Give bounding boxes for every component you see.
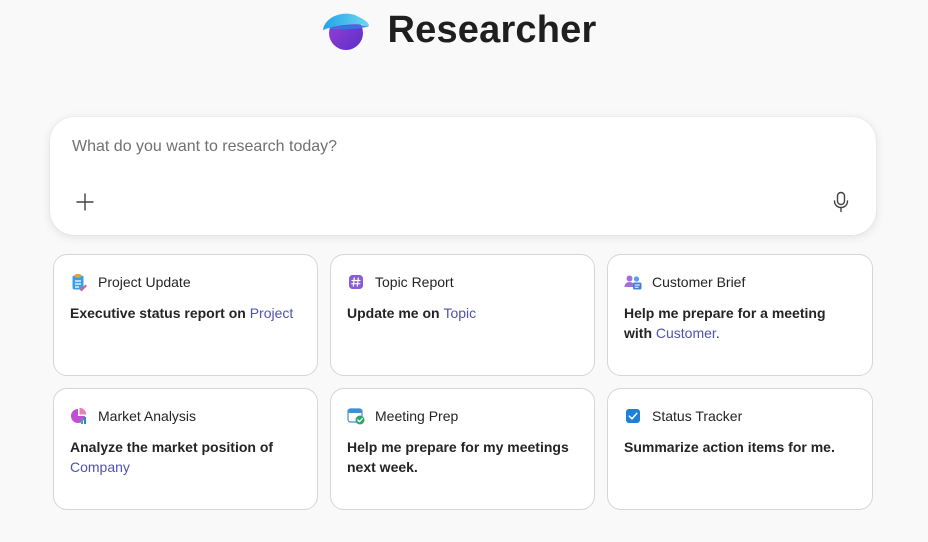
card-placeholder-link[interactable]: Customer [656, 325, 716, 341]
add-attachment-button[interactable] [72, 189, 98, 215]
card-meeting-prep[interactable]: Meeting Prep Help me prepare for my meet… [330, 388, 595, 510]
researcher-app: Researcher What do you want to research … [0, 0, 928, 542]
microphone-button[interactable] [828, 189, 854, 215]
card-prompt: Help me prepare for a meeting with [624, 305, 826, 341]
page-title: Researcher [387, 9, 597, 51]
card-project-update[interactable]: Project Update Executive status report o… [53, 254, 318, 376]
plus-icon [76, 193, 94, 211]
hashtag-icon [347, 273, 365, 291]
card-prompt: Executive status report on [70, 305, 250, 321]
card-prompt-suffix: . [715, 325, 720, 341]
card-placeholder-link[interactable]: Company [70, 459, 130, 475]
clipboard-icon [70, 273, 88, 291]
research-input[interactable] [72, 135, 832, 159]
checkbox-icon [624, 407, 642, 425]
card-description: Analyze the market position of Company [70, 437, 301, 477]
card-description: Help me prepare for my meetings next wee… [347, 439, 569, 475]
microphone-icon [833, 191, 849, 213]
card-status-tracker[interactable]: Status Tracker Summarize action items fo… [607, 388, 873, 510]
header: Researcher [0, 6, 928, 54]
calendar-check-icon [347, 407, 365, 425]
card-title: Market Analysis [98, 408, 197, 424]
people-icon [624, 273, 642, 291]
card-customer-brief[interactable]: Customer Brief Help me prepare for a mee… [607, 254, 873, 376]
researcher-logo-icon [323, 13, 370, 50]
card-prompt: Update me on [347, 305, 444, 321]
card-topic-report[interactable]: Topic Report Update me on Topic [330, 254, 595, 376]
card-placeholder-link[interactable]: Topic [443, 305, 476, 321]
card-title: Status Tracker [652, 408, 743, 424]
card-title: Topic Report [375, 274, 454, 290]
card-market-analysis[interactable]: Market Analysis Analyze the market posit… [53, 388, 318, 510]
pie-chart-icon [70, 407, 88, 425]
card-title: Meeting Prep [375, 408, 459, 424]
card-title: Customer Brief [652, 274, 746, 290]
suggestion-cards: Project Update Executive status report o… [53, 254, 873, 510]
card-placeholder-link[interactable]: Project [250, 305, 294, 321]
card-description: Summarize action items for me. [624, 439, 835, 455]
card-prompt: Analyze the market position of [70, 439, 274, 455]
card-title: Project Update [98, 274, 191, 290]
research-prompt-box [50, 117, 876, 235]
card-description: Executive status report on Project [70, 303, 301, 323]
card-description: Help me prepare for a meeting with Custo… [624, 303, 856, 343]
card-description: Update me on Topic [347, 303, 578, 323]
